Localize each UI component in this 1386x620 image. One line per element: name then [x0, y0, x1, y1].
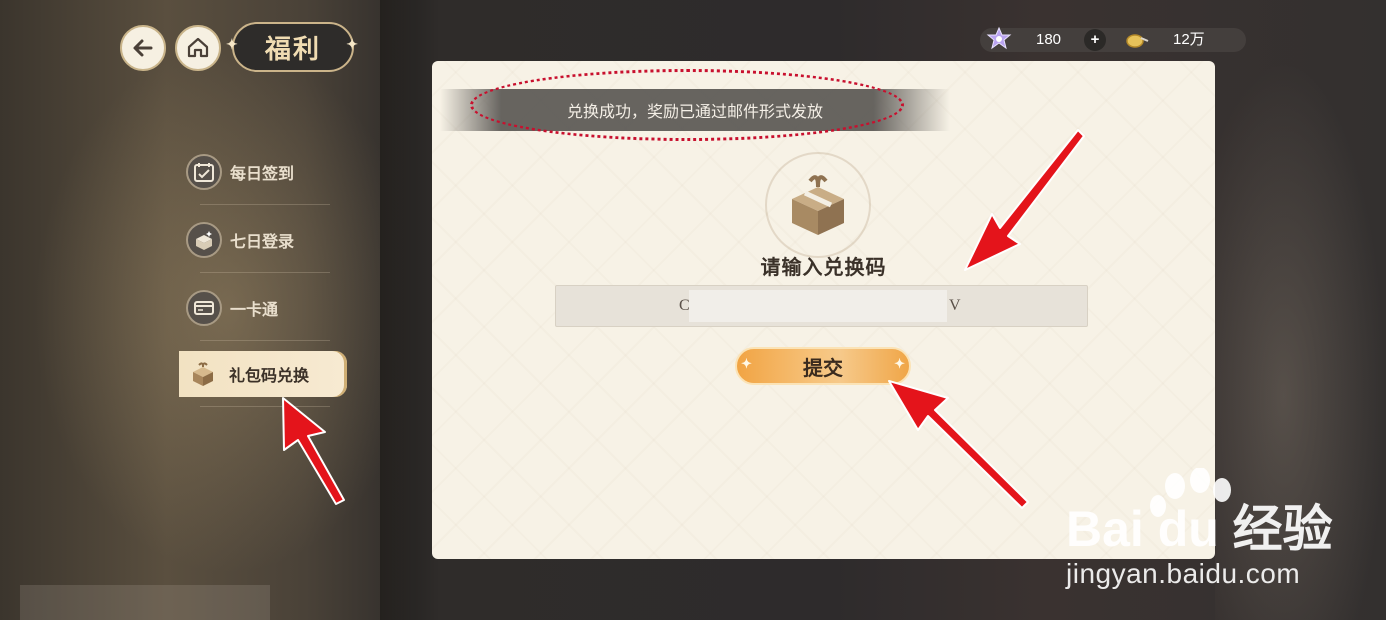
- gem-icon: [986, 26, 1012, 50]
- sidebar-item-one-card[interactable]: 一卡通: [180, 285, 350, 331]
- card-icon: [186, 290, 222, 326]
- divider: [200, 340, 330, 341]
- sidebar-item-seven-day-login[interactable]: 七日登录: [180, 217, 350, 263]
- background-blur-strip: [20, 585, 270, 620]
- sparkle-icon: ✦: [894, 357, 905, 372]
- home-button[interactable]: [175, 25, 221, 71]
- background-shadow: [380, 0, 440, 620]
- coin-icon: [1124, 28, 1150, 52]
- sidebar-item-label: 礼包码兑换: [229, 366, 310, 385]
- sidebar-item-daily-checkin[interactable]: 每日签到: [180, 149, 350, 195]
- watermark-url: jingyan.baidu.com: [1066, 558, 1301, 589]
- sidebar-item-label: 每日签到: [230, 164, 295, 183]
- submit-button[interactable]: ✦ 提交 ✦: [735, 347, 911, 385]
- gem-count: 180: [1036, 31, 1062, 48]
- page-title-plate: ✦ 福利 ✦: [226, 22, 358, 72]
- gift-emblem-icon: [765, 152, 871, 258]
- back-button[interactable]: [120, 25, 166, 71]
- coin-count: 12万: [1173, 31, 1205, 48]
- sidebar-item-gift-code[interactable]: 礼包码兑换: [179, 351, 347, 397]
- code-text-end: V: [949, 297, 961, 314]
- sidebar-item-label: 七日登录: [230, 232, 295, 251]
- divider: [200, 272, 330, 273]
- gift-box-sparkle-icon: [186, 222, 222, 258]
- sidebar-item-label: 一卡通: [230, 300, 279, 319]
- highlight-ring: [470, 69, 904, 141]
- add-gem-button[interactable]: +: [1084, 29, 1106, 51]
- back-arrow-icon: [133, 39, 153, 57]
- gift-icon: [185, 356, 221, 392]
- gift-emblem: [762, 149, 874, 261]
- sparkle-icon: ✦: [346, 37, 360, 53]
- currency-bar: 180 + 12万: [980, 26, 1246, 52]
- divider: [200, 204, 330, 205]
- redeem-prompt: 请输入兑换码: [760, 255, 887, 279]
- sparkle-icon: ✦: [226, 37, 240, 53]
- page-title: 福利: [264, 34, 321, 65]
- redeem-code-input[interactable]: C V: [555, 285, 1088, 327]
- calendar-check-icon: [186, 154, 222, 190]
- sparkle-icon: ✦: [741, 357, 752, 372]
- home-icon: [187, 37, 209, 58]
- divider: [200, 406, 330, 407]
- code-redaction: [689, 290, 947, 322]
- watermark-brand: Bai du 经验: [1066, 501, 1333, 557]
- submit-label: 提交: [803, 355, 843, 380]
